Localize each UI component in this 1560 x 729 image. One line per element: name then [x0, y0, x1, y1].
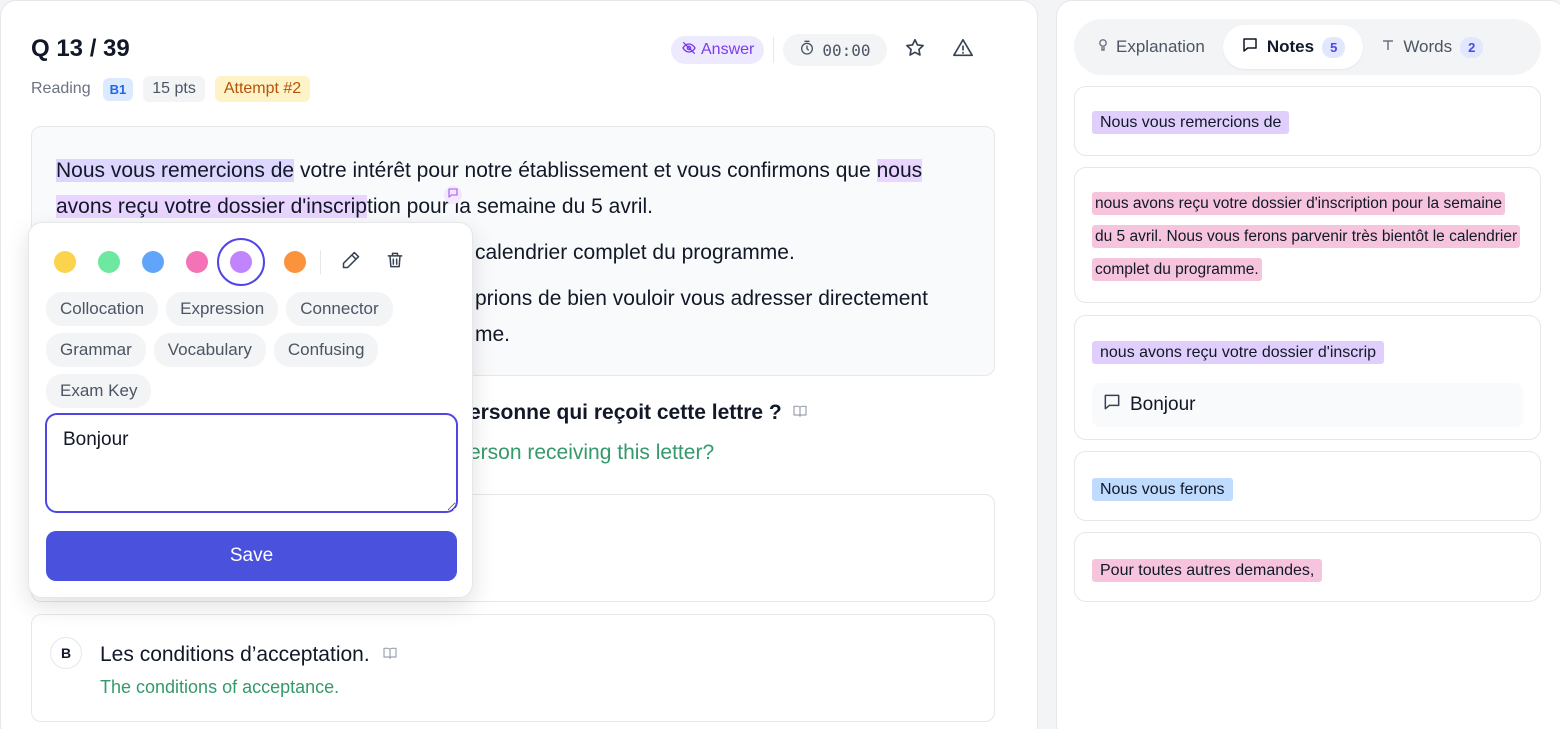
- note-highlight-text: Pour toutes autres demandes,: [1092, 559, 1323, 582]
- bookmark-star-button[interactable]: [903, 38, 927, 62]
- category-label: Reading: [31, 80, 91, 97]
- passage-text: tion pour la semaine du 5 avril.: [366, 195, 653, 218]
- timer: 00:00: [783, 34, 887, 66]
- save-button[interactable]: Save: [46, 531, 457, 581]
- comment-icon: [1102, 392, 1122, 418]
- side-panel: Explanation Notes 5 Words 2 Nous vous re…: [1056, 0, 1560, 729]
- report-button[interactable]: [951, 38, 975, 62]
- note-marker[interactable]: [444, 186, 462, 204]
- passage-paragraph-1: Nous vous remercions de votre intérêt po…: [56, 153, 970, 225]
- note-card[interactable]: Nous vous remercions de: [1074, 86, 1541, 156]
- tag-grammar[interactable]: Grammar: [46, 333, 146, 367]
- tab-notes[interactable]: Notes 5: [1222, 25, 1364, 69]
- tag-confusing[interactable]: Confusing: [273, 333, 379, 367]
- notes-count-badge: 5: [1322, 36, 1346, 58]
- attempt-badge: Attempt #2: [214, 76, 311, 102]
- toolbar-divider: [773, 37, 775, 63]
- show-answer-label: Answer: [701, 41, 755, 58]
- color-swatch-green[interactable]: [98, 251, 120, 273]
- option-text: Les conditions d’acceptation.: [100, 643, 398, 667]
- edit-button[interactable]: [339, 250, 363, 274]
- show-answer-button[interactable]: Answer: [671, 36, 765, 64]
- note-card[interactable]: nous avons reçu votre dossier d'inscript…: [1074, 167, 1541, 303]
- note-textarea[interactable]: Bonjour: [45, 413, 458, 513]
- tag-exam-key[interactable]: Exam Key: [46, 374, 152, 408]
- color-picker: [54, 237, 427, 287]
- words-count-badge: 2: [1460, 36, 1484, 58]
- stopwatch-icon: [799, 40, 815, 60]
- dictionary-icon[interactable]: [792, 401, 808, 425]
- eye-off-icon: [681, 40, 697, 61]
- note-highlight-text: Nous vous remercions de: [1092, 111, 1290, 134]
- note-highlight-text: Nous vous ferons: [1092, 478, 1233, 501]
- warning-icon: [952, 37, 974, 64]
- tab-label: Explanation: [1116, 37, 1205, 56]
- dictionary-icon[interactable]: [382, 643, 398, 667]
- lightbulb-icon: [1098, 37, 1108, 57]
- question-text-visible: ersonne qui reçoit cette lettre ?: [469, 401, 782, 424]
- tab-words[interactable]: Words 2: [1363, 25, 1501, 69]
- question-number: Q 13 / 39: [31, 35, 130, 62]
- delete-button[interactable]: [383, 250, 407, 274]
- color-swatch-purple[interactable]: [217, 238, 265, 286]
- question-meta: Reading B1 15 pts Attempt #2: [31, 76, 311, 102]
- tag-expression[interactable]: Expression: [166, 292, 279, 326]
- tag-list: Collocation Expression Connector Grammar…: [46, 292, 466, 408]
- passage-text: me.: [475, 323, 511, 346]
- tab-label: Notes: [1266, 37, 1315, 56]
- star-icon: [904, 37, 926, 64]
- side-tabs: Explanation Notes 5 Words 2: [1074, 19, 1541, 75]
- option-text-value: Les conditions d’acceptation.: [100, 643, 370, 666]
- comment-icon: [1241, 36, 1259, 59]
- points-badge: 15 pts: [143, 76, 205, 102]
- question-translation: erson receiving this letter?: [469, 441, 715, 464]
- tab-label: Words: [1403, 37, 1453, 56]
- passage-text: prions de bien vouloir vous adresser dir…: [475, 287, 928, 310]
- tab-explanation[interactable]: Explanation: [1080, 25, 1223, 69]
- popover-divider: [320, 250, 321, 274]
- color-swatch-yellow[interactable]: [54, 251, 76, 273]
- color-swatch-blue[interactable]: [142, 251, 164, 273]
- note-comment-text: Bonjour: [1130, 394, 1196, 415]
- note-card[interactable]: nous avons reçu votre dossier d'inscrip …: [1074, 315, 1541, 440]
- timer-value: 00:00: [822, 40, 871, 60]
- note-card[interactable]: Nous vous ferons: [1074, 451, 1541, 521]
- tag-vocabulary[interactable]: Vocabulary: [153, 333, 266, 367]
- passage-text: votre intérêt pour notre établissement e…: [294, 159, 877, 182]
- answer-option-b[interactable]: B Les conditions d’acceptation. The cond…: [31, 614, 995, 722]
- note-highlight-text: nous avons reçu votre dossier d'inscript…: [1092, 192, 1521, 281]
- comment-icon: [447, 186, 459, 204]
- level-badge: B1: [102, 77, 134, 101]
- pencil-icon: [341, 250, 361, 275]
- tag-connector[interactable]: Connector: [286, 292, 393, 326]
- text-type-icon: [1381, 37, 1395, 57]
- color-swatch-pink[interactable]: [186, 251, 208, 273]
- question-toolbar: Answer 00:00: [671, 34, 975, 66]
- annotation-popover: Collocation Expression Connector Grammar…: [28, 222, 473, 598]
- option-translation: The conditions of acceptance.: [100, 677, 340, 697]
- note-comment: Bonjour: [1092, 383, 1523, 427]
- option-letter: B: [50, 637, 82, 669]
- color-swatch-orange[interactable]: [284, 251, 306, 273]
- note-highlight-text: nous avons reçu votre dossier d'inscrip: [1092, 341, 1385, 364]
- note-card[interactable]: Pour toutes autres demandes,: [1074, 532, 1541, 602]
- trash-icon: [385, 250, 405, 275]
- tag-collocation[interactable]: Collocation: [46, 292, 159, 326]
- question-text: ersonne qui reçoit cette lettre ?: [469, 401, 808, 425]
- passage-highlight[interactable]: Nous vous remercions de: [56, 159, 295, 182]
